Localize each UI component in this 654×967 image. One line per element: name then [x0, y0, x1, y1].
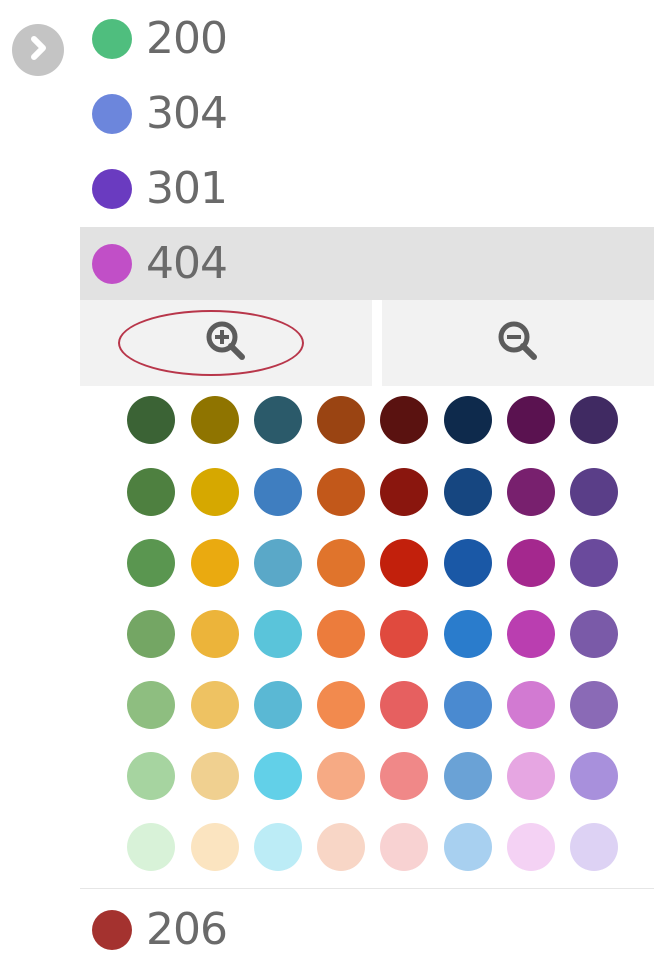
color-swatch[interactable] — [317, 681, 365, 729]
legend-item-404[interactable]: 404 — [80, 227, 654, 301]
color-swatch[interactable] — [380, 610, 428, 658]
color-swatch[interactable] — [317, 396, 365, 444]
color-swatch[interactable] — [570, 752, 618, 800]
zoom-toolbar — [80, 300, 654, 386]
expand-arrow-button[interactable] — [12, 24, 64, 76]
legend-color-dot — [92, 94, 132, 134]
color-swatch[interactable] — [507, 539, 555, 587]
color-swatch[interactable] — [191, 681, 239, 729]
color-swatch[interactable] — [254, 610, 302, 658]
color-palette-panel — [80, 300, 654, 888]
legend-item-304[interactable]: 304 — [80, 77, 654, 151]
color-swatch[interactable] — [191, 396, 239, 444]
color-swatch[interactable] — [570, 539, 618, 587]
color-swatch[interactable] — [570, 823, 618, 871]
legend-color-dot — [92, 169, 132, 209]
color-swatch[interactable] — [380, 681, 428, 729]
color-swatch[interactable] — [380, 752, 428, 800]
color-swatch[interactable] — [127, 823, 175, 871]
color-swatch[interactable] — [254, 681, 302, 729]
zoom-in-icon — [203, 318, 249, 368]
color-swatch[interactable] — [444, 610, 492, 658]
color-swatch[interactable] — [191, 610, 239, 658]
color-swatch[interactable] — [317, 610, 365, 658]
color-swatch[interactable] — [380, 468, 428, 516]
color-swatch[interactable] — [570, 681, 618, 729]
legend-item-200[interactable]: 200 — [80, 2, 654, 76]
color-swatch[interactable] — [444, 468, 492, 516]
color-swatch[interactable] — [191, 468, 239, 516]
color-swatch[interactable] — [191, 752, 239, 800]
legend-item-206[interactable]: 206 — [80, 893, 654, 967]
legend-label: 301 — [146, 163, 228, 214]
color-swatch[interactable] — [254, 752, 302, 800]
color-swatch[interactable] — [191, 539, 239, 587]
color-swatch[interactable] — [507, 610, 555, 658]
zoom-in-button[interactable] — [80, 300, 372, 386]
chevron-right-icon — [23, 33, 53, 67]
color-swatch[interactable] — [127, 396, 175, 444]
legend-label: 304 — [146, 88, 228, 139]
color-swatch[interactable] — [444, 681, 492, 729]
color-swatch[interactable] — [254, 823, 302, 871]
color-swatch[interactable] — [127, 610, 175, 658]
color-swatch[interactable] — [191, 823, 239, 871]
color-swatch[interactable] — [317, 752, 365, 800]
color-swatch[interactable] — [254, 396, 302, 444]
swatch-grid — [80, 386, 654, 886]
color-swatch[interactable] — [507, 823, 555, 871]
color-swatch[interactable] — [317, 823, 365, 871]
color-swatch[interactable] — [507, 468, 555, 516]
color-swatch[interactable] — [380, 823, 428, 871]
color-swatch[interactable] — [507, 396, 555, 444]
color-swatch[interactable] — [127, 752, 175, 800]
color-swatch[interactable] — [444, 539, 492, 587]
zoom-divider — [372, 300, 382, 386]
color-swatch[interactable] — [127, 468, 175, 516]
color-swatch[interactable] — [444, 823, 492, 871]
color-swatch[interactable] — [317, 539, 365, 587]
color-swatch[interactable] — [444, 752, 492, 800]
color-swatch[interactable] — [380, 396, 428, 444]
color-swatch[interactable] — [570, 468, 618, 516]
color-swatch[interactable] — [380, 539, 428, 587]
legend-color-dot — [92, 910, 132, 950]
legend-color-dot — [92, 244, 132, 284]
color-swatch[interactable] — [317, 468, 365, 516]
color-swatch[interactable] — [507, 752, 555, 800]
legend-label: 200 — [146, 13, 228, 64]
color-swatch[interactable] — [507, 681, 555, 729]
color-swatch[interactable] — [254, 539, 302, 587]
color-swatch[interactable] — [570, 610, 618, 658]
legend-label: 206 — [146, 904, 228, 955]
zoom-out-icon — [495, 318, 541, 368]
color-swatch[interactable] — [254, 468, 302, 516]
zoom-out-button[interactable] — [382, 300, 654, 386]
color-swatch[interactable] — [127, 539, 175, 587]
color-swatch[interactable] — [444, 396, 492, 444]
color-swatch[interactable] — [570, 396, 618, 444]
legend-item-301[interactable]: 301 — [80, 152, 654, 226]
color-swatch[interactable] — [127, 681, 175, 729]
legend-label: 404 — [146, 238, 228, 289]
panel-divider — [80, 888, 654, 889]
legend-color-dot — [92, 19, 132, 59]
